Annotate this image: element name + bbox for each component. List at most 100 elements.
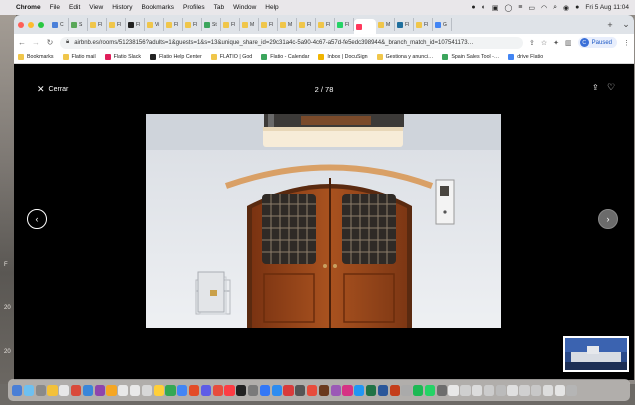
status-icon[interactable]: ◐: [482, 4, 486, 11]
share-page-icon[interactable]: ⇪: [529, 39, 535, 47]
side-panel-icon[interactable]: ▥: [565, 39, 572, 47]
dock-app-icon[interactable]: [12, 384, 23, 396]
menu-profiles[interactable]: Profiles: [183, 4, 205, 11]
reload-icon[interactable]: ↻: [46, 38, 54, 47]
dock-app-icon[interactable]: [141, 384, 153, 396]
control-center-icon[interactable]: ◉: [563, 4, 569, 12]
dock-app-icon[interactable]: [271, 384, 282, 396]
dock-app-icon[interactable]: [165, 384, 176, 396]
menu-file[interactable]: File: [50, 4, 60, 11]
dock-app-icon[interactable]: [483, 384, 495, 396]
dock-app-icon[interactable]: [283, 384, 294, 396]
forward-arrow-icon[interactable]: →: [32, 38, 40, 47]
browser-tab[interactable]: Fl: [221, 18, 240, 31]
battery-icon[interactable]: ▭: [528, 4, 535, 12]
dock-app-icon[interactable]: [566, 384, 577, 396]
close-window-button[interactable]: [18, 21, 24, 28]
dock-app-icon[interactable]: [389, 384, 400, 396]
dock-app-icon[interactable]: [23, 384, 35, 396]
dock-app-icon[interactable]: [542, 384, 554, 396]
dock-app-icon[interactable]: [377, 384, 388, 396]
search-icon[interactable]: ⌕: [553, 4, 557, 12]
bookmark-item[interactable]: FLATIO | God: [210, 54, 252, 60]
dock-app-icon[interactable]: [236, 384, 247, 396]
dock-app-icon[interactable]: [507, 384, 518, 396]
browser-tab[interactable]: Fl: [88, 18, 107, 31]
dock-app-icon[interactable]: [554, 384, 565, 396]
menu-history[interactable]: History: [112, 4, 132, 11]
minimize-window-button[interactable]: [28, 21, 34, 28]
share-icon[interactable]: ⇪: [592, 83, 599, 92]
bookmark-item[interactable]: Flatio - Calendar: [261, 54, 309, 60]
menu-bookmarks[interactable]: Bookmarks: [141, 4, 174, 11]
dock-app-icon[interactable]: [413, 384, 424, 396]
dock-app-icon[interactable]: [436, 384, 447, 396]
next-photo-button[interactable]: ›: [598, 209, 618, 229]
dock-app-icon[interactable]: [129, 384, 141, 396]
browser-tab[interactable]: Fl: [297, 18, 316, 31]
menu-window[interactable]: Window: [233, 4, 256, 11]
extensions-puzzle-icon[interactable]: ✦: [553, 39, 559, 47]
browser-tab[interactable]: G: [433, 18, 452, 31]
photo-thumbnail[interactable]: [563, 336, 629, 372]
tab-search-button[interactable]: ⌄: [618, 19, 634, 30]
dock-app-icon[interactable]: [531, 384, 542, 396]
dock-app-icon[interactable]: [177, 384, 188, 396]
dock-app-icon[interactable]: [495, 384, 506, 396]
dock-app-icon[interactable]: [47, 384, 58, 396]
dock-app-icon[interactable]: [306, 384, 318, 396]
dock-app-icon[interactable]: [295, 384, 306, 396]
dock-app-icon[interactable]: [318, 384, 330, 396]
browser-tab[interactable]: Fl: [183, 18, 202, 31]
browser-tab[interactable]: St: [202, 18, 221, 31]
browser-tab[interactable]: Fl: [259, 18, 278, 31]
dock-app-icon[interactable]: [247, 384, 259, 396]
bookmark-item[interactable]: Inbox | DocuSign: [318, 54, 368, 60]
back-arrow-icon[interactable]: ←: [18, 38, 26, 47]
dock-app-icon[interactable]: [188, 384, 200, 396]
bookmark-item[interactable]: Gestiona y anunci…: [376, 54, 433, 60]
dock-app-icon[interactable]: [224, 384, 235, 396]
siri-icon[interactable]: ●: [575, 4, 579, 11]
dock-app-icon[interactable]: [424, 384, 436, 396]
bookmark-item[interactable]: Flatio mail: [62, 54, 96, 60]
bookmark-item[interactable]: drive Flatio: [508, 54, 543, 60]
zoom-window-button[interactable]: [38, 21, 44, 28]
dock-app-icon[interactable]: [354, 384, 365, 396]
browser-tab[interactable]: Fl: [316, 18, 335, 31]
bookmarks-folder[interactable]: Bookmarks: [18, 54, 54, 60]
dock-app-icon[interactable]: [259, 384, 271, 396]
heart-icon[interactable]: ♡: [607, 82, 615, 93]
status-icon[interactable]: ≡: [518, 4, 522, 11]
dock-app-icon[interactable]: [35, 384, 46, 396]
menu-tab[interactable]: Tab: [214, 4, 224, 11]
browser-tab[interactable]: Fl: [395, 18, 414, 31]
dock-app-icon[interactable]: [200, 384, 212, 396]
browser-tab[interactable]: Fl: [107, 18, 126, 31]
app-menu-chrome[interactable]: Chrome: [16, 4, 41, 11]
dock-app-icon[interactable]: [94, 384, 105, 396]
menu-help[interactable]: Help: [265, 4, 278, 11]
bookmark-item[interactable]: Flatio Help Center: [150, 54, 202, 60]
address-bar[interactable]: 🔒︎ airbnb.es/rooms/51238156?adults=1&gue…: [60, 36, 523, 49]
status-icon[interactable]: ●: [471, 4, 475, 11]
menu-view[interactable]: View: [89, 4, 103, 11]
tab-active[interactable]: [354, 19, 376, 34]
status-icon[interactable]: ▣: [492, 4, 499, 12]
dock-app-icon[interactable]: [448, 384, 459, 396]
dock-app-icon[interactable]: [365, 384, 377, 396]
dock-app-icon[interactable]: [460, 384, 471, 396]
wifi-icon[interactable]: ◠: [541, 4, 547, 12]
status-icon[interactable]: ◯: [504, 4, 512, 12]
profile-button[interactable]: C Paused: [577, 37, 617, 48]
menubar-clock[interactable]: Fri 5 Aug 11:04: [585, 4, 629, 11]
browser-tab[interactable]: Fl: [164, 18, 183, 31]
bookmark-star-icon[interactable]: ☆: [541, 39, 547, 47]
dock-app-icon[interactable]: [342, 384, 353, 396]
dock-app-icon[interactable]: [106, 384, 117, 396]
dock-app-icon[interactable]: [472, 384, 483, 396]
browser-tab[interactable]: M: [376, 18, 395, 31]
new-tab-button[interactable]: +: [602, 20, 618, 30]
bookmark-item[interactable]: Flatio Slack: [104, 54, 141, 60]
previous-photo-button[interactable]: ‹: [27, 209, 47, 229]
